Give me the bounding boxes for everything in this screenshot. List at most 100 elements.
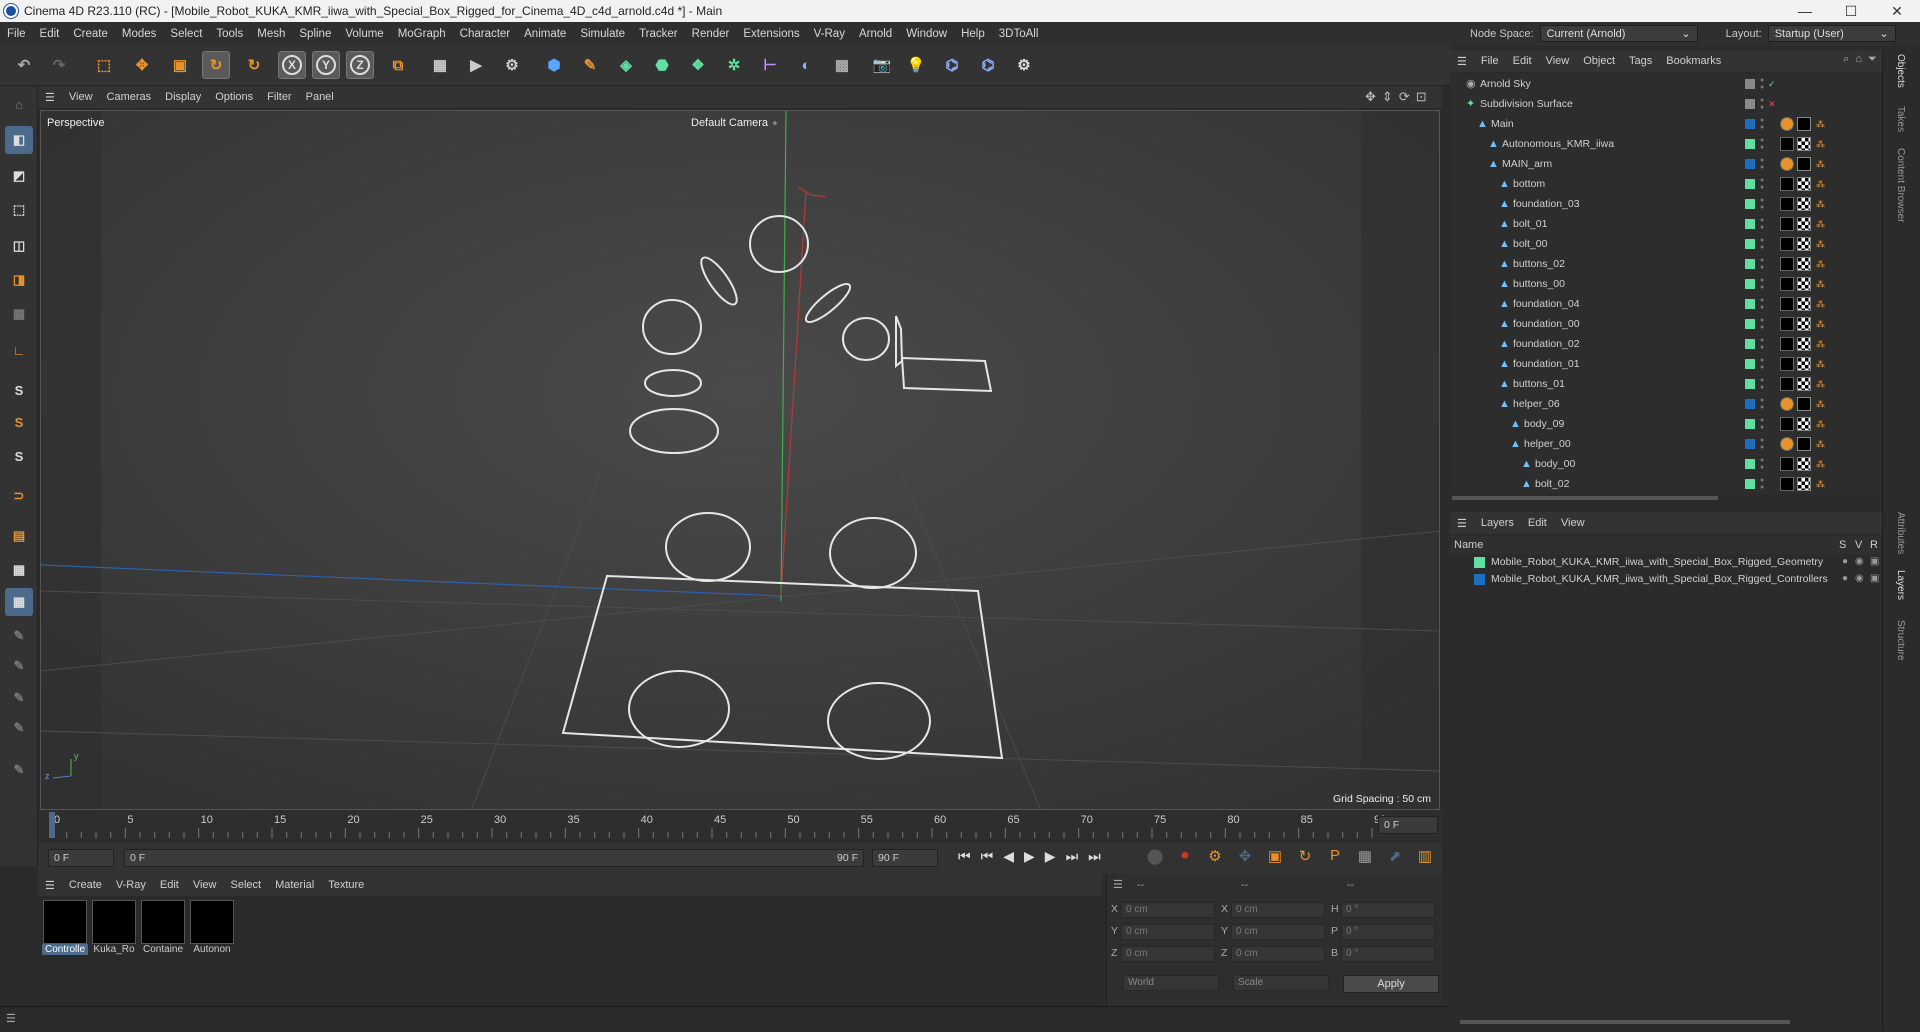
material-tag-icon[interactable] — [1780, 417, 1794, 431]
gear-icon[interactable]: ⌬ — [974, 51, 1002, 79]
object-row[interactable]: ▲ body_00 ● ● ⁂ — [1450, 454, 1880, 474]
layer-color-swatch[interactable] — [1745, 439, 1755, 449]
object-row[interactable]: ▲ Autonomous_KMR_iiwa ● ● ⁂ — [1450, 134, 1880, 154]
object-row[interactable]: ✦ Subdivision Surface ● ● ✕ — [1450, 94, 1880, 114]
python-icon[interactable]: 💡 — [902, 51, 930, 79]
material-tag-icon[interactable] — [1780, 337, 1794, 351]
visibility-dots-icon[interactable]: ● ● — [1760, 457, 1766, 471]
object-row[interactable]: ▲ buttons_00 ● ● ⁂ — [1450, 274, 1880, 294]
snap3-icon[interactable]: S — [5, 442, 33, 470]
menu-help[interactable]: Help — [954, 28, 992, 40]
texture-tag-icon[interactable] — [1797, 257, 1811, 271]
texture-tag-icon[interactable] — [1797, 337, 1811, 351]
protection-tag-icon[interactable] — [1780, 437, 1794, 451]
visibility-dots-icon[interactable]: ● ● — [1760, 97, 1766, 111]
timeline-ruler[interactable]: 051015202530354045505560657075808590 — [38, 810, 1442, 840]
visibility-dots-icon[interactable]: ● ● — [1760, 157, 1766, 171]
arnold-tag-icon[interactable]: ⁂ — [1816, 439, 1826, 449]
bevel-icon[interactable]: ✎ — [5, 756, 33, 784]
render-icon[interactable]: ▣ — [1870, 573, 1879, 584]
material-menu-create[interactable]: Create — [62, 879, 109, 891]
material-item[interactable]: Kuka_Ro — [91, 900, 137, 955]
arnold-tag-icon[interactable]: ⁂ — [1816, 359, 1826, 369]
layer-color-swatch[interactable] — [1745, 259, 1755, 269]
coord-value-field[interactable]: 0 cm — [1121, 902, 1215, 918]
layer-color-swatch[interactable] — [1745, 479, 1755, 489]
viewport-menu-icon[interactable]: ☰ — [38, 91, 62, 104]
pla-key-icon[interactable]: ▦ — [1353, 847, 1377, 865]
coord-value-field[interactable]: 0 cm — [1231, 924, 1325, 940]
search-icon[interactable]: ⌕ — [1843, 53, 1849, 66]
texture-tag-icon[interactable] — [1797, 397, 1811, 411]
material-tag-icon[interactable] — [1780, 217, 1794, 231]
status-menu-icon[interactable]: ☰ — [6, 1012, 16, 1025]
render-region-icon[interactable]: ▦ — [426, 51, 454, 79]
coordinate-mode-dropdown[interactable]: Scale — [1233, 975, 1329, 991]
visibility-dots-icon[interactable]: ● ● — [1760, 377, 1766, 391]
extrude-icon[interactable]: ⬣ — [648, 51, 676, 79]
menu-mograph[interactable]: MoGraph — [391, 28, 453, 40]
scale-icon[interactable]: ▣ — [166, 51, 194, 79]
object-menu-edit[interactable]: Edit — [1506, 55, 1539, 67]
texture-mode-icon[interactable]: ◩ — [5, 162, 33, 190]
layer-menu-view[interactable]: View — [1554, 517, 1592, 529]
layer-menu-layers[interactable]: Layers — [1474, 517, 1521, 529]
subdivision-icon[interactable]: ◈ — [612, 51, 640, 79]
visibility-dots-icon[interactable]: ● ● — [1760, 277, 1766, 291]
filter-icon[interactable]: ⏷ — [1868, 53, 1877, 66]
object-row[interactable]: ▲ helper_06 ● ● ⁂ — [1450, 394, 1880, 414]
arnold-tag-icon[interactable]: ⁂ — [1816, 339, 1826, 349]
maximize-button[interactable]: ☐ — [1828, 3, 1874, 20]
visibility-dots-icon[interactable]: ● ● — [1760, 477, 1766, 491]
object-row[interactable]: ◉ Arnold Sky ● ● ✓ — [1450, 74, 1880, 94]
material-tag-icon[interactable] — [1780, 177, 1794, 191]
visibility-dots-icon[interactable]: ● ● — [1760, 297, 1766, 311]
z-axis-icon[interactable]: Z — [346, 51, 374, 79]
bend-icon[interactable]: ⊢ — [756, 51, 784, 79]
layer-color-swatch[interactable] — [1745, 359, 1755, 369]
menu-v-ray[interactable]: V-Ray — [807, 28, 852, 40]
side-tab-structure[interactable]: Structure — [1895, 620, 1906, 661]
home-icon[interactable]: ⌂ — [1855, 53, 1862, 66]
side-tab-attributes[interactable]: Attributes — [1895, 512, 1906, 554]
layer-color-swatch[interactable] — [1745, 459, 1755, 469]
object-row[interactable]: ▲ foundation_02 ● ● ⁂ — [1450, 334, 1880, 354]
x-axis-icon[interactable]: X — [278, 51, 306, 79]
arnold-tag-icon[interactable]: ⁂ — [1816, 299, 1826, 309]
coords-menu-icon[interactable]: ☰ — [1113, 878, 1123, 891]
grid2-icon[interactable]: ▦ — [5, 588, 33, 616]
menu-simulate[interactable]: Simulate — [573, 28, 632, 40]
menu-extensions[interactable]: Extensions — [736, 28, 806, 40]
object-row[interactable]: ▲ buttons_01 ● ● ⁂ — [1450, 374, 1880, 394]
scale-key-icon[interactable]: ▣ — [1263, 847, 1287, 865]
move-key-icon[interactable]: ✥ — [1233, 847, 1257, 865]
menu-animate[interactable]: Animate — [517, 28, 573, 40]
texture-tag-icon[interactable] — [1797, 317, 1811, 331]
object-menu-view[interactable]: View — [1539, 55, 1577, 67]
object-row[interactable]: ▲ helper_00 ● ● ⁂ — [1450, 434, 1880, 454]
material-tag-icon[interactable] — [1780, 257, 1794, 271]
visibility-dots-icon[interactable]: ● ● — [1760, 177, 1766, 191]
viewport-menu-filter[interactable]: Filter — [260, 91, 298, 103]
solo-icon[interactable]: ● — [1842, 573, 1848, 584]
object-row[interactable]: ▲ body_09 ● ● ⁂ — [1450, 414, 1880, 434]
play-icon[interactable]: ▶ — [1024, 848, 1035, 865]
camera-icon[interactable]: ▩ — [828, 51, 856, 79]
light-icon[interactable]: 📷 — [868, 51, 896, 79]
knife-icon[interactable]: ✎ — [5, 714, 33, 742]
material-item[interactable]: Autonon — [189, 900, 235, 955]
visibility-dots-icon[interactable]: ● ● — [1760, 217, 1766, 231]
polygon-mode-icon[interactable]: ◨ — [5, 266, 33, 294]
visible-icon[interactable]: ◉ — [1855, 573, 1864, 584]
cloner-icon[interactable]: ❖ — [684, 51, 712, 79]
menu-file[interactable]: File — [0, 28, 33, 40]
material-menu-edit[interactable]: Edit — [153, 879, 186, 891]
autokey-icon[interactable]: ⏺ — [1173, 847, 1197, 865]
material-tag-icon[interactable] — [1780, 197, 1794, 211]
object-row[interactable]: ▲ Main ● ● ⁂ — [1450, 114, 1880, 134]
end-frame-field[interactable]: 90 F — [872, 849, 938, 867]
coord-value-field[interactable]: 0 ° — [1341, 924, 1435, 940]
side-tab-layers[interactable]: Layers — [1895, 570, 1906, 600]
layer-color-swatch[interactable] — [1745, 139, 1755, 149]
viewport[interactable]: Perspective Default Camera ⚬ Grid Spacin… — [40, 110, 1440, 810]
